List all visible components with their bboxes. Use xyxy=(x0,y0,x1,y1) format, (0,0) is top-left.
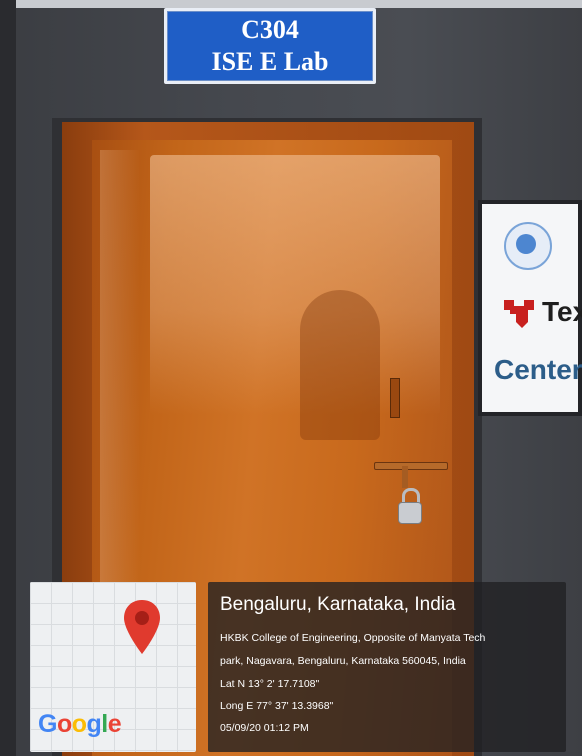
photo-scene: C304 ISE E Lab Tex Center Google Bengalu… xyxy=(0,0,582,756)
sign-text-bottom: Center xyxy=(494,354,582,385)
college-seal-icon xyxy=(504,222,552,270)
location-city: Bengaluru, Karnataka, India xyxy=(220,594,456,615)
timestamp: 05/09/20 01:12 PM xyxy=(220,722,309,734)
sign-text-top: Tex xyxy=(542,296,582,327)
latitude: Lat N 13° 2' 17.7108" xyxy=(220,678,320,690)
reflected-person-silhouette xyxy=(300,290,380,440)
door-reflection xyxy=(150,155,440,415)
room-sign-plate: C304 ISE E Lab xyxy=(164,8,376,84)
left-wall-edge xyxy=(0,0,16,756)
longitude: Long E 77° 37' 13.3968" xyxy=(220,700,334,712)
ceiling-light-strip xyxy=(0,0,582,8)
wall-sign-board: Tex Center xyxy=(478,200,582,416)
door-latch xyxy=(390,378,400,418)
door-bolt-knob xyxy=(402,466,408,488)
address-line-1: HKBK College of Engineering, Opposite of… xyxy=(220,632,486,644)
padlock-icon xyxy=(398,502,422,524)
address-line-2: park, Nagavara, Bengaluru, Karnataka 560… xyxy=(220,655,466,667)
room-number: C304 xyxy=(241,15,299,44)
room-name: ISE E Lab xyxy=(211,47,329,76)
google-logo: Google xyxy=(38,710,122,738)
geotag-info-panel: Bengaluru, Karnataka, India HKBK College… xyxy=(208,582,566,752)
location-pin-icon xyxy=(124,600,160,654)
map-thumbnail: Google xyxy=(30,582,196,752)
door-bolt xyxy=(374,462,448,470)
ti-logo-icon xyxy=(504,300,534,328)
